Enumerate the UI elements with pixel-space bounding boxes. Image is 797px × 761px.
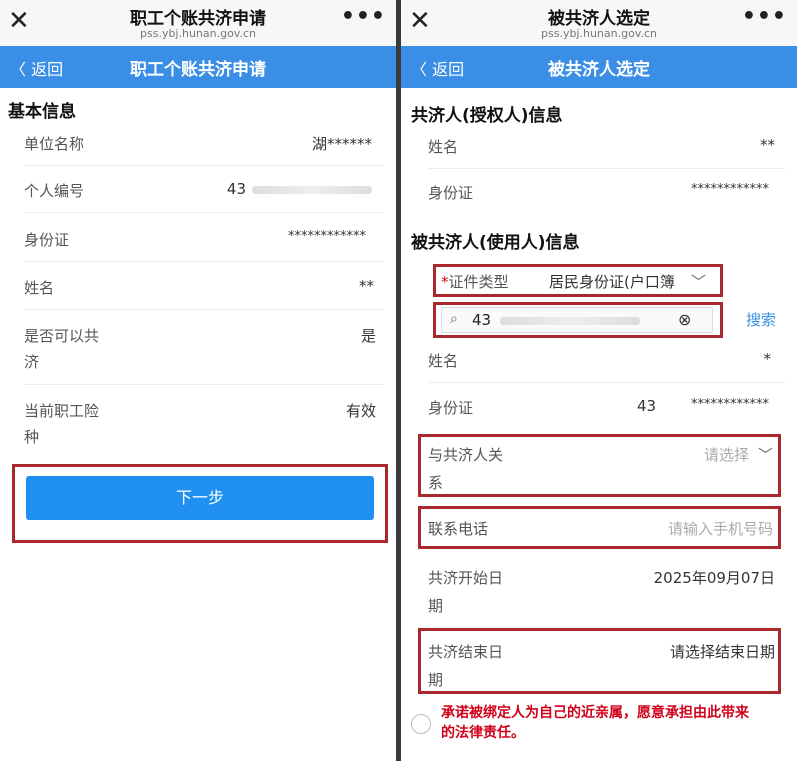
more-icon[interactable]: ••• bbox=[341, 4, 386, 29]
row-can-share: 是否可以共 济 是 bbox=[24, 327, 376, 371]
row-unit-name: 单位名称 湖****** bbox=[24, 135, 372, 153]
pledge-checkbox[interactable] bbox=[411, 714, 431, 734]
page-url: pss.ybj.hunan.gov.cn bbox=[541, 27, 657, 40]
nav-title: 职工个账共济申请 bbox=[130, 60, 266, 80]
row-grantor-name: 姓名 ** bbox=[428, 136, 775, 156]
navbar: 〈 返回 职工个账共济申请 bbox=[0, 46, 396, 88]
more-icon[interactable]: ••• bbox=[742, 4, 787, 29]
relation-select[interactable]: 与共济人关 系 请选择 ﹀ bbox=[401, 444, 797, 494]
browser-header: ✕ 被共济人选定 pss.ybj.hunan.gov.cn ••• bbox=[401, 0, 797, 46]
section-beneficiary: 被共济人(使用人)信息 bbox=[411, 233, 580, 253]
row-beneficiary-id: 身份证 43 ************ bbox=[428, 397, 769, 417]
left-screen: ✕ 职工个账共济申请 pss.ybj.hunan.gov.cn ••• 〈 返回… bbox=[0, 0, 396, 761]
row-id-card: 身份证 ************ bbox=[24, 229, 366, 249]
chevron-down-icon: ﹀ bbox=[691, 273, 707, 291]
page-url: pss.ybj.hunan.gov.cn bbox=[140, 27, 256, 40]
start-date-row[interactable]: 共济开始日 期 2025年09月07日 bbox=[401, 567, 797, 623]
pledge-text: 承诺被绑定人为自己的近亲属，愿意承担由此带来 的法律责任。 bbox=[441, 705, 749, 741]
section-basic-info: 基本信息 bbox=[8, 102, 76, 122]
page-title: 职工个账共济申请 bbox=[130, 9, 266, 29]
browser-header: ✕ 职工个账共济申请 pss.ybj.hunan.gov.cn ••• bbox=[0, 0, 396, 46]
page-title: 被共济人选定 bbox=[548, 9, 650, 29]
end-date-row[interactable]: 共济结束日 期 请选择结束日期 bbox=[401, 641, 797, 691]
row-grantor-id: 身份证 ************ bbox=[428, 182, 769, 202]
blurred-value bbox=[500, 317, 640, 325]
row-personal-id: 个人编号 43 bbox=[0, 180, 396, 210]
chevron-down-icon: ﹀ bbox=[757, 446, 773, 464]
search-input[interactable]: ⌕ 43 ⊗ bbox=[441, 307, 713, 333]
row-name: 姓名 ** bbox=[24, 277, 374, 297]
navbar: 〈 返回 被共济人选定 bbox=[401, 46, 797, 88]
row-beneficiary-name: 姓名 * bbox=[428, 350, 771, 370]
row-insurance-type: 当前职工险 种 有效 bbox=[24, 402, 376, 446]
next-button[interactable]: 下一步 bbox=[26, 476, 374, 520]
phone-field[interactable]: 联系电话 请输入手机号码 bbox=[401, 518, 797, 542]
nav-title: 被共济人选定 bbox=[548, 60, 650, 80]
right-screen: ✕ 被共济人选定 pss.ybj.hunan.gov.cn ••• 〈 返回 被… bbox=[401, 0, 797, 761]
id-type-select[interactable]: *证件类型 居民身份证(户口簿 ﹀ bbox=[401, 271, 797, 293]
section-grantor: 共济人(授权人)信息 bbox=[411, 106, 563, 126]
search-icon: ⌕ bbox=[450, 311, 458, 327]
clear-icon[interactable]: ⊗ bbox=[678, 310, 691, 329]
blurred-value bbox=[252, 186, 372, 194]
search-button[interactable]: 搜索 bbox=[746, 309, 776, 330]
